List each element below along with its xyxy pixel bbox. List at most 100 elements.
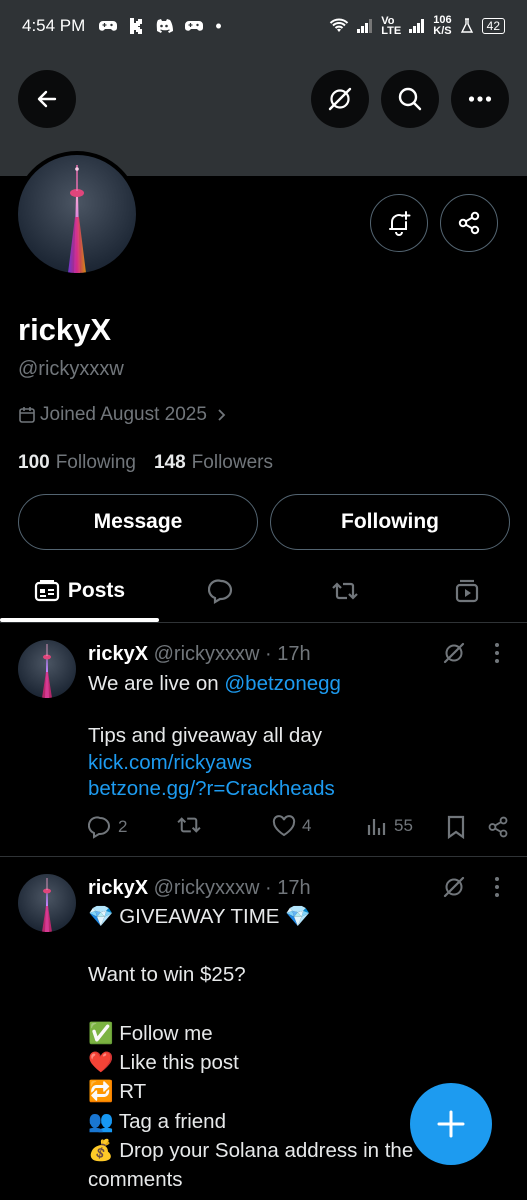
- tweet-author-name[interactable]: rickyX: [88, 643, 148, 665]
- net-speed-unit: K/S: [433, 25, 452, 37]
- signal-icon: [357, 19, 373, 33]
- bell-plus-icon: [386, 210, 412, 236]
- status-time: 4:54 PM: [22, 16, 86, 35]
- discord-icon: [155, 19, 174, 33]
- gamepad-icon: [99, 19, 118, 33]
- plus-icon: [436, 1109, 466, 1139]
- tweet-text-line: 💎 GIVEAWAY TIME 💎: [88, 905, 311, 928]
- tweet-text-line: ✅ Follow me: [88, 1022, 213, 1045]
- following-stat[interactable]: 100 Following: [18, 452, 136, 474]
- tweet-author-name[interactable]: rickyX: [88, 877, 148, 899]
- back-arrow-icon: [35, 87, 59, 111]
- avatar-image: [18, 155, 136, 273]
- share-button[interactable]: [440, 194, 498, 252]
- tweet-avatar[interactable]: [18, 640, 76, 698]
- retweet-icon: [331, 580, 359, 602]
- more-button[interactable]: [451, 70, 509, 128]
- tweet-text-line: Want to win $25?: [88, 963, 246, 986]
- followers-count: 148: [153, 452, 186, 473]
- notification-icons: •: [99, 16, 222, 37]
- followers-stat[interactable]: 148 Followers: [154, 452, 273, 474]
- tweet-avatar[interactable]: [18, 874, 76, 932]
- back-button[interactable]: [18, 70, 76, 128]
- tab-media[interactable]: [407, 560, 527, 622]
- bookmark-button[interactable]: [446, 815, 466, 839]
- tweet-actions: 2 4 55: [88, 815, 513, 843]
- retweet-icon: [176, 815, 202, 835]
- posts-icon: [34, 580, 60, 602]
- tweet-more-icon[interactable]: [493, 876, 501, 898]
- grok-icon[interactable]: [441, 640, 467, 666]
- compose-button[interactable]: [410, 1083, 492, 1165]
- tab-posts[interactable]: Posts: [0, 560, 159, 622]
- retweet-button[interactable]: [176, 815, 208, 835]
- followers-label: Followers: [191, 452, 273, 473]
- grok-icon[interactable]: [441, 874, 467, 900]
- tweet-time: · 17h: [265, 877, 311, 899]
- tweet-divider: [0, 856, 527, 857]
- notify-button[interactable]: [370, 194, 428, 252]
- tweet-text-line: We are live on @betzonegg: [88, 672, 341, 696]
- follow-stats: 100 Following 148 Followers: [18, 452, 283, 474]
- status-bar: 4:54 PM • Vo LTE 106 K/S 42: [0, 0, 527, 52]
- gamepad-icon: [185, 19, 204, 33]
- tweet-link[interactable]: betzone.gg/?r=Crackheads: [88, 777, 335, 801]
- active-tab-indicator: [0, 618, 159, 622]
- chevron-right-icon: [217, 408, 227, 422]
- profile-handle: @rickyxxxw: [18, 358, 124, 380]
- profile-name: rickyX: [18, 312, 112, 347]
- network-label: Vo LTE: [381, 15, 402, 37]
- flask-icon: [460, 18, 474, 34]
- following-button[interactable]: Following: [270, 494, 510, 550]
- tab-reposts[interactable]: [283, 560, 407, 622]
- tweet-text: We are live on: [88, 672, 225, 695]
- replies-icon: [208, 578, 234, 604]
- tweet-time: · 17h: [265, 643, 311, 665]
- battery-indicator: 42: [481, 18, 505, 34]
- grok-icon: [326, 85, 354, 113]
- tab-posts-label: Posts: [67, 579, 126, 602]
- joined-text: Joined August 2025: [40, 404, 207, 425]
- following-label: Following: [55, 452, 136, 473]
- tweet-header: rickyX @rickyxxxw · 17h: [88, 643, 311, 666]
- views-button[interactable]: 55: [366, 815, 413, 837]
- tweet-text-line: ❤️ Like this post: [88, 1051, 239, 1074]
- views-icon: [366, 815, 388, 837]
- tweet-header: rickyX @rickyxxxw · 17h: [88, 877, 311, 900]
- media-icon: [454, 579, 480, 603]
- calendar-icon: [18, 406, 36, 424]
- tab-replies[interactable]: [159, 560, 283, 622]
- reply-count: 2: [118, 817, 128, 836]
- reply-button[interactable]: 2: [88, 815, 127, 839]
- tweet-text-line: 💰 Drop your Solana address in the: [88, 1139, 414, 1162]
- tweet-link[interactable]: kick.com/rickyaws: [88, 751, 252, 775]
- reply-icon: [88, 815, 112, 839]
- profile-avatar[interactable]: [14, 151, 140, 277]
- tweet-author-handle[interactable]: @rickyxxxw: [154, 877, 260, 899]
- net-speed: 106 K/S: [433, 15, 451, 37]
- profile-tabs: Posts: [0, 560, 527, 623]
- bookmark-icon: [446, 815, 466, 839]
- grok-button[interactable]: [311, 70, 369, 128]
- mention-link[interactable]: @betzonegg: [224, 672, 341, 695]
- views-count: 55: [394, 816, 413, 835]
- more-icon: [468, 95, 492, 103]
- share-icon: [486, 815, 510, 839]
- message-button[interactable]: Message: [18, 494, 258, 550]
- kick-icon: [129, 18, 143, 34]
- like-count: 4: [302, 816, 312, 835]
- signal-icon: [409, 19, 425, 33]
- tweet-author-handle[interactable]: @rickyxxxw: [154, 643, 260, 665]
- tweet-text-line: comments: [88, 1168, 183, 1191]
- tweet-text-line: 👥 Tag a friend: [88, 1110, 226, 1133]
- tweet-share-button[interactable]: [486, 815, 510, 839]
- tweet-text-line: 🔁 RT: [88, 1080, 147, 1103]
- share-icon: [456, 210, 482, 236]
- status-right: Vo LTE 106 K/S 42: [329, 15, 505, 37]
- like-button[interactable]: 4: [272, 815, 311, 837]
- heart-icon: [272, 815, 296, 837]
- tweet-more-icon[interactable]: [493, 642, 501, 664]
- tweet-text-line: Tips and giveaway all day: [88, 724, 322, 747]
- search-button[interactable]: [381, 70, 439, 128]
- joined-date[interactable]: Joined August 2025: [18, 404, 227, 426]
